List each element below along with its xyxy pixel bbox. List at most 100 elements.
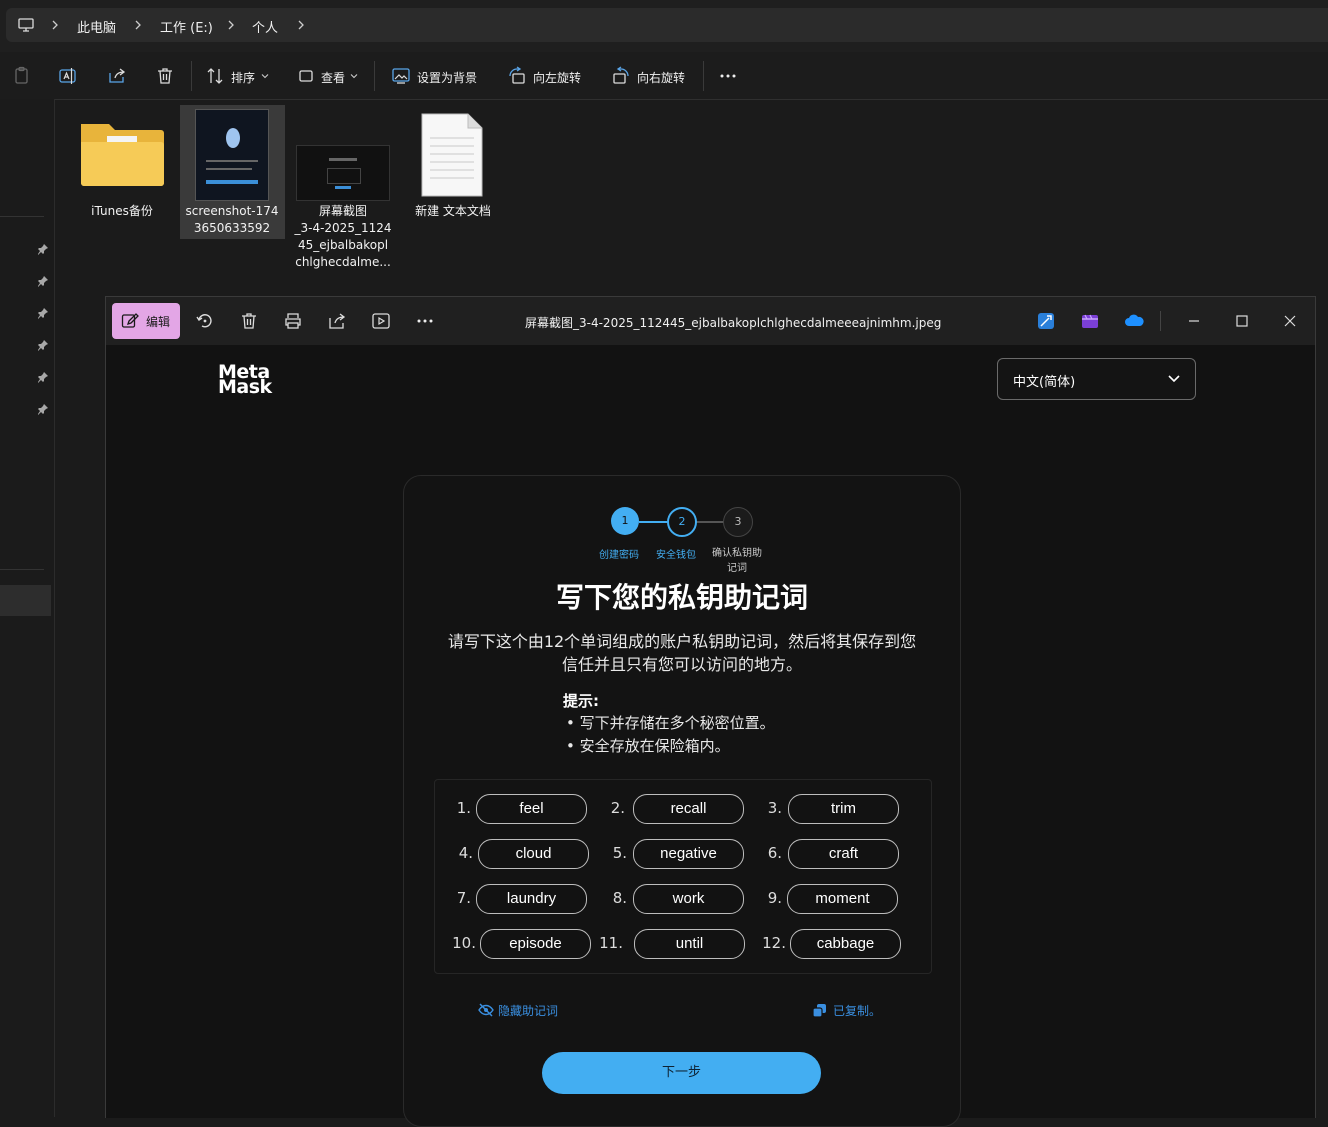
- pin-icon[interactable]: [37, 243, 49, 255]
- seed-word: until: [634, 929, 745, 959]
- description-line: 请写下这个由12个单词组成的账户私钥助记词，然后将其保存到您: [447, 632, 917, 651]
- slideshow-icon[interactable]: [371, 311, 391, 331]
- rotate-right-icon[interactable]: [611, 66, 631, 86]
- breadcrumb-drive-e[interactable]: 工作 (E:): [160, 17, 213, 36]
- sidebar-divider: [0, 569, 44, 570]
- file-label-screenshot-2[interactable]: 屏幕截图 _3-4-2025_1124 45_ejbalbakopl chlgh…: [291, 203, 395, 271]
- seed-phrase-grid: 1. feel 2. recall 3. trim 4. cloud 5. ne…: [434, 779, 932, 974]
- page-title: 写下您的私钥助记词: [555, 581, 808, 614]
- tip-item: • 安全存放在保险箱内。: [566, 737, 730, 755]
- word-number: 8.: [612, 889, 627, 907]
- sort-button[interactable]: 排序: [231, 69, 255, 86]
- seed-word: trim: [788, 794, 899, 824]
- pin-icon[interactable]: [37, 371, 49, 383]
- logo-text: Mask: [218, 376, 272, 398]
- viewer-title-bar: 编辑 屏幕截图_3-4-2025_112445_ejbalbakoplchlgh…: [106, 297, 1315, 345]
- pin-icon[interactable]: [37, 307, 49, 319]
- hide-seed-phrase-button[interactable]: 隐藏助记词: [498, 1002, 558, 1019]
- paste-icon[interactable]: [12, 66, 32, 86]
- photo-viewer-window: 编辑 屏幕截图_3-4-2025_112445_ejbalbakoplchlgh…: [105, 296, 1316, 1127]
- share-icon[interactable]: [107, 66, 127, 86]
- view-button[interactable]: 查看: [321, 69, 345, 86]
- set-background-icon[interactable]: [391, 66, 411, 86]
- word-number: 10.: [452, 934, 476, 952]
- pin-icon[interactable]: [37, 275, 49, 287]
- more-options-icon[interactable]: [718, 66, 738, 86]
- file-label-line: 3650633592: [193, 221, 271, 235]
- chevron-right-icon: [298, 20, 304, 30]
- word-number: 1.: [456, 799, 471, 817]
- breadcrumb-personal[interactable]: 个人: [252, 17, 278, 36]
- sidebar-divider: [0, 216, 44, 217]
- computer-icon[interactable]: [18, 18, 34, 33]
- step-3-circle: 3: [723, 507, 753, 537]
- file-label-screenshot[interactable]: screenshot-174 3650633592: [180, 203, 284, 237]
- screenshot-thumbnail[interactable]: [296, 145, 390, 201]
- image-creator-icon[interactable]: [1036, 311, 1056, 331]
- seed-word: recall: [633, 794, 744, 824]
- chevron-right-icon: [52, 20, 58, 30]
- clipchamp-icon[interactable]: [1080, 311, 1100, 331]
- minimize-icon[interactable]: [1184, 311, 1204, 331]
- tips-list: • 写下并存储在多个秘密位置。 • 安全存放在保险箱内。: [566, 712, 775, 758]
- file-label-line: 45_ejbalbakopl: [297, 238, 389, 252]
- sort-icon[interactable]: [205, 66, 225, 86]
- pin-icon[interactable]: [37, 403, 49, 415]
- chevron-right-icon: [135, 20, 141, 30]
- seed-word: feel: [476, 794, 587, 824]
- tips-title: 提示:: [563, 692, 599, 710]
- rotate-icon[interactable]: [195, 311, 215, 331]
- file-label-line: 屏幕截图: [318, 204, 367, 218]
- chevron-down-icon: [1168, 375, 1180, 383]
- step-2-circle: 2: [667, 507, 697, 537]
- copy-seed-phrase-button[interactable]: 已复制。: [833, 1002, 881, 1019]
- sidebar-selected-item[interactable]: [0, 585, 51, 616]
- thumbnail-box: [327, 168, 361, 184]
- more-options-icon[interactable]: [415, 311, 435, 331]
- file-label-itunes-backup[interactable]: iTunes备份: [70, 203, 174, 220]
- seed-word: cabbage: [790, 929, 901, 959]
- rotate-left-icon[interactable]: [507, 66, 527, 86]
- step-label-line: 确认私钥助: [712, 548, 762, 559]
- maximize-icon[interactable]: [1232, 311, 1252, 331]
- rename-icon[interactable]: [58, 66, 78, 86]
- metamask-logo: Meta Mask: [218, 363, 272, 398]
- file-label-new-text-document[interactable]: 新建 文本文档: [401, 203, 505, 220]
- seed-word: moment: [787, 884, 898, 914]
- image-filename: 屏幕截图_3-4-2025_112445_ejbalbakoplchlghecd…: [525, 316, 942, 330]
- set-background-button[interactable]: 设置为背景: [417, 69, 477, 86]
- share-icon[interactable]: [327, 311, 347, 331]
- tip-text: 安全存放在保险箱内。: [579, 737, 730, 755]
- folder-icon[interactable]: [79, 118, 165, 188]
- onedrive-icon[interactable]: [1124, 311, 1144, 331]
- edit-image-icon: [121, 313, 139, 328]
- word-number: 5.: [612, 844, 627, 862]
- view-icon[interactable]: [296, 66, 316, 86]
- text-document-icon[interactable]: [420, 112, 484, 198]
- seed-word: laundry: [476, 884, 587, 914]
- breadcrumb-this-pc[interactable]: 此电脑: [77, 17, 116, 36]
- eye-slash-icon: [478, 1003, 494, 1017]
- delete-icon[interactable]: [239, 311, 259, 331]
- file-label-line: screenshot-174: [185, 204, 279, 218]
- rotate-right-button[interactable]: 向右旋转: [637, 69, 685, 86]
- step-2-label: 安全钱包: [656, 550, 696, 561]
- language-select[interactable]: 中文(简体): [997, 358, 1196, 400]
- next-button[interactable]: 下一步: [542, 1052, 821, 1094]
- address-bar-area: 此电脑 工作 (E:) 个人: [0, 0, 1328, 52]
- seed-word: episode: [480, 929, 591, 959]
- screenshot-thumbnail[interactable]: [195, 109, 269, 201]
- rotate-left-button[interactable]: 向左旋转: [533, 69, 581, 86]
- delete-icon[interactable]: [155, 66, 175, 86]
- word-number: 12.: [762, 934, 786, 952]
- pin-icon[interactable]: [37, 339, 49, 351]
- edit-button[interactable]: 编辑: [112, 303, 180, 339]
- thumbnail-line: [206, 160, 258, 162]
- word-number: 11.: [599, 934, 623, 952]
- tip-item: • 写下并存储在多个秘密位置。: [566, 714, 775, 732]
- close-icon[interactable]: [1280, 311, 1300, 331]
- seed-phrase-card: 1 2 3 创建密码 安全钱包 确认私钥助 记词 写下您的私钥助记词 请写下这个…: [403, 475, 961, 1127]
- page-description: 请写下这个由12个单词组成的账户私钥助记词，然后将其保存到您 信任并且只有您可以…: [404, 630, 960, 676]
- print-icon[interactable]: [283, 311, 303, 331]
- word-number: 7.: [456, 889, 471, 907]
